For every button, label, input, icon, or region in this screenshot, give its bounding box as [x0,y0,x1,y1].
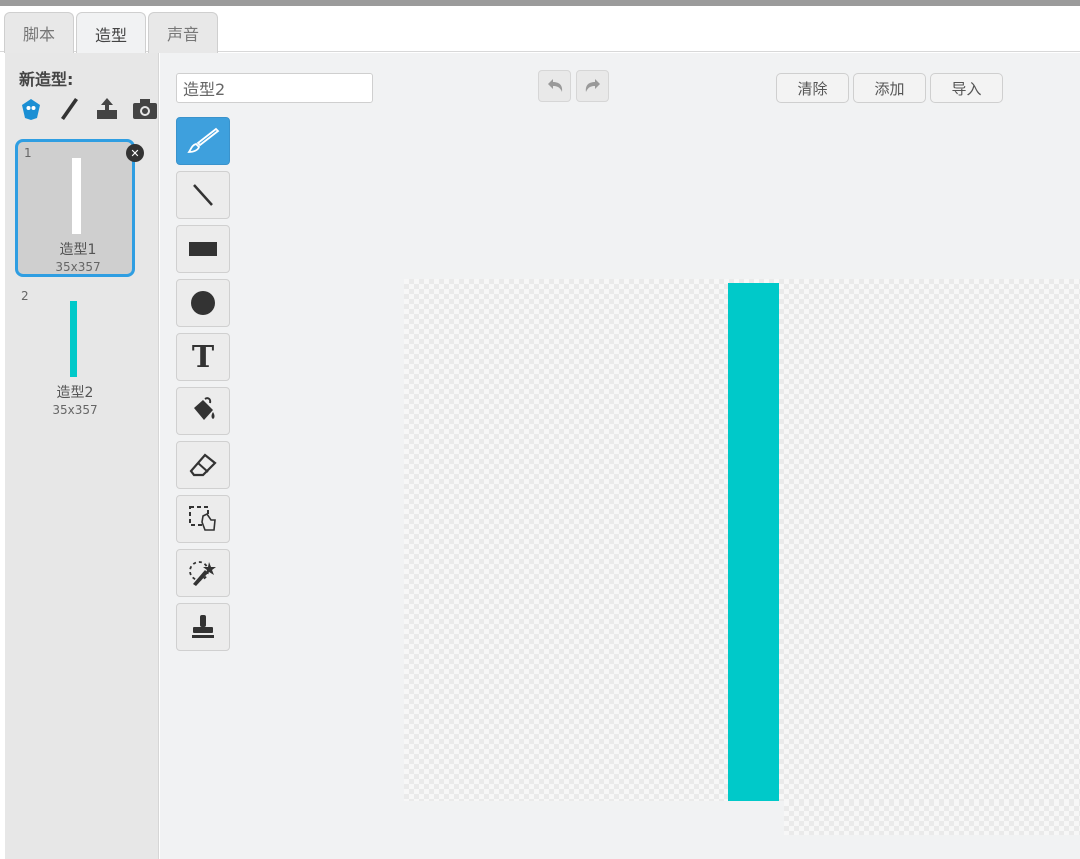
new-costume-label: 新造型: [19,70,74,89]
rectangle-tool[interactable] [176,225,230,273]
costume-item[interactable]: 2 造型2 35x357 [15,285,135,423]
tab-label: 脚本 [22,25,55,44]
camera-icon[interactable] [131,95,159,123]
clear-button[interactable]: 清除 [776,73,849,103]
costume-name: 造型1 [59,242,97,258]
line-icon [193,184,213,206]
paint-new-icon[interactable] [55,95,83,123]
tab-sounds[interactable]: 声音 [148,12,218,53]
fill-icon [194,397,215,420]
costume-size: 35x357 [52,403,98,417]
costume-thumbnail [72,158,81,234]
reshape-icon [189,561,216,586]
ellipse-tool[interactable] [176,279,230,327]
upload-icon[interactable] [93,95,121,123]
tab-bar: 脚本 造型 声音 [0,6,1080,54]
select-tool[interactable] [176,495,230,543]
brush-tool[interactable] [176,117,230,165]
brush-icon [187,127,220,153]
eraser-tool[interactable] [176,441,230,489]
fill-tool[interactable] [176,387,230,435]
costume-number: 2 [21,289,29,303]
costume-thumbnail [70,301,77,377]
tab-scripts[interactable]: 脚本 [4,12,74,53]
costume-name: 造型2 [56,385,94,401]
costume-item[interactable]: 1 造型1 35x357 ✕ [15,139,144,277]
undo-button[interactable] [538,70,571,102]
costume-size: 35x357 [55,260,101,274]
select-icon [189,506,216,531]
add-button[interactable]: 添加 [853,73,926,103]
ellipse-icon [191,291,215,315]
undo-icon [547,79,562,92]
stamp-icon [192,615,214,638]
redo-icon [585,79,600,92]
redo-button[interactable] [576,70,609,102]
stamp-tool[interactable] [176,603,230,651]
choose-from-library-icon[interactable] [17,95,45,123]
text-icon: T [191,339,215,375]
delete-costume-icon[interactable]: ✕ [126,144,144,162]
costume-name-input[interactable] [176,73,373,103]
costume-shape[interactable] [728,283,779,801]
reshape-tool[interactable] [176,549,230,597]
drawing-canvas-extension [784,801,1080,835]
rectangle-icon [189,242,217,256]
line-tool[interactable] [176,171,230,219]
eraser-icon [189,453,217,477]
text-tool[interactable]: T [176,333,230,381]
new-costume-icons [17,95,159,123]
costume-list-panel: 新造型: 1 造型1 35x357 ✕ 2 造型2 35x357 [5,53,159,859]
tab-costumes[interactable]: 造型 [76,12,146,54]
tab-label: 声音 [166,25,199,44]
paint-editor: 清除 添加 导入 T [160,53,1080,859]
costume-number: 1 [24,146,32,160]
tab-label: 造型 [94,25,127,45]
import-button[interactable]: 导入 [930,73,1003,103]
